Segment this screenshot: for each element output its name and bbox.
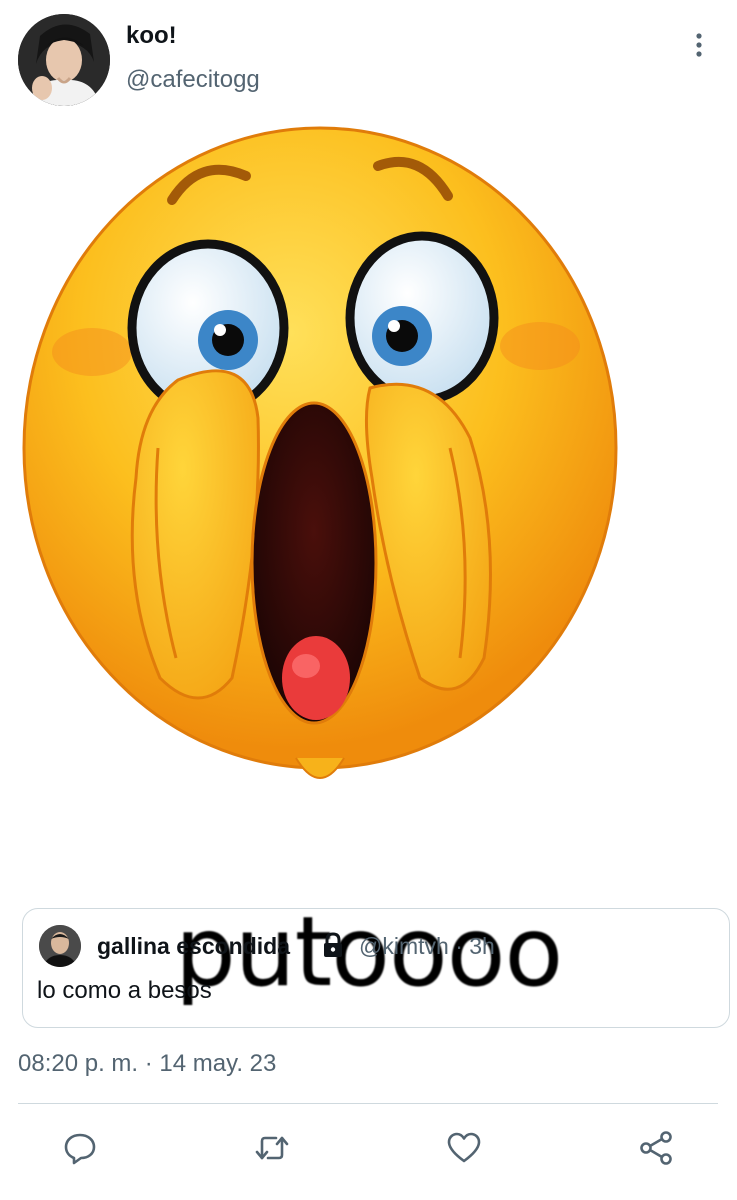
user-handle[interactable]: @cafecitogg xyxy=(126,66,260,94)
tweet-timestamp[interactable]: 08:20 p. m. · 14 may. 23 xyxy=(18,1050,276,1078)
more-vertical-icon[interactable] xyxy=(684,30,714,60)
avatar[interactable] xyxy=(18,14,110,106)
divider xyxy=(18,1103,718,1104)
retweet-icon[interactable] xyxy=(252,1128,292,1168)
quoted-avatar[interactable] xyxy=(39,925,81,967)
tweet-actions xyxy=(0,1120,737,1174)
quoted-tweet[interactable]: gallina escondida @kimtvh · 3h lo como a… xyxy=(22,908,730,1028)
quoted-display-name: gallina escondida xyxy=(97,933,290,959)
quoted-meta: @kimtvh · 3h xyxy=(359,933,495,959)
tweet-media-image[interactable]: putoooo xyxy=(0,118,737,1008)
reply-icon[interactable] xyxy=(60,1128,100,1168)
lock-icon xyxy=(319,931,347,964)
tweet-header: koo! @cafecitogg xyxy=(0,0,737,120)
avatar-photo xyxy=(18,14,110,106)
quoted-text: lo como a besos xyxy=(37,977,212,1004)
share-icon[interactable] xyxy=(636,1128,676,1168)
shouting-emoji-image xyxy=(22,126,618,779)
heart-icon[interactable] xyxy=(444,1128,484,1168)
display-name[interactable]: koo! xyxy=(126,22,177,50)
